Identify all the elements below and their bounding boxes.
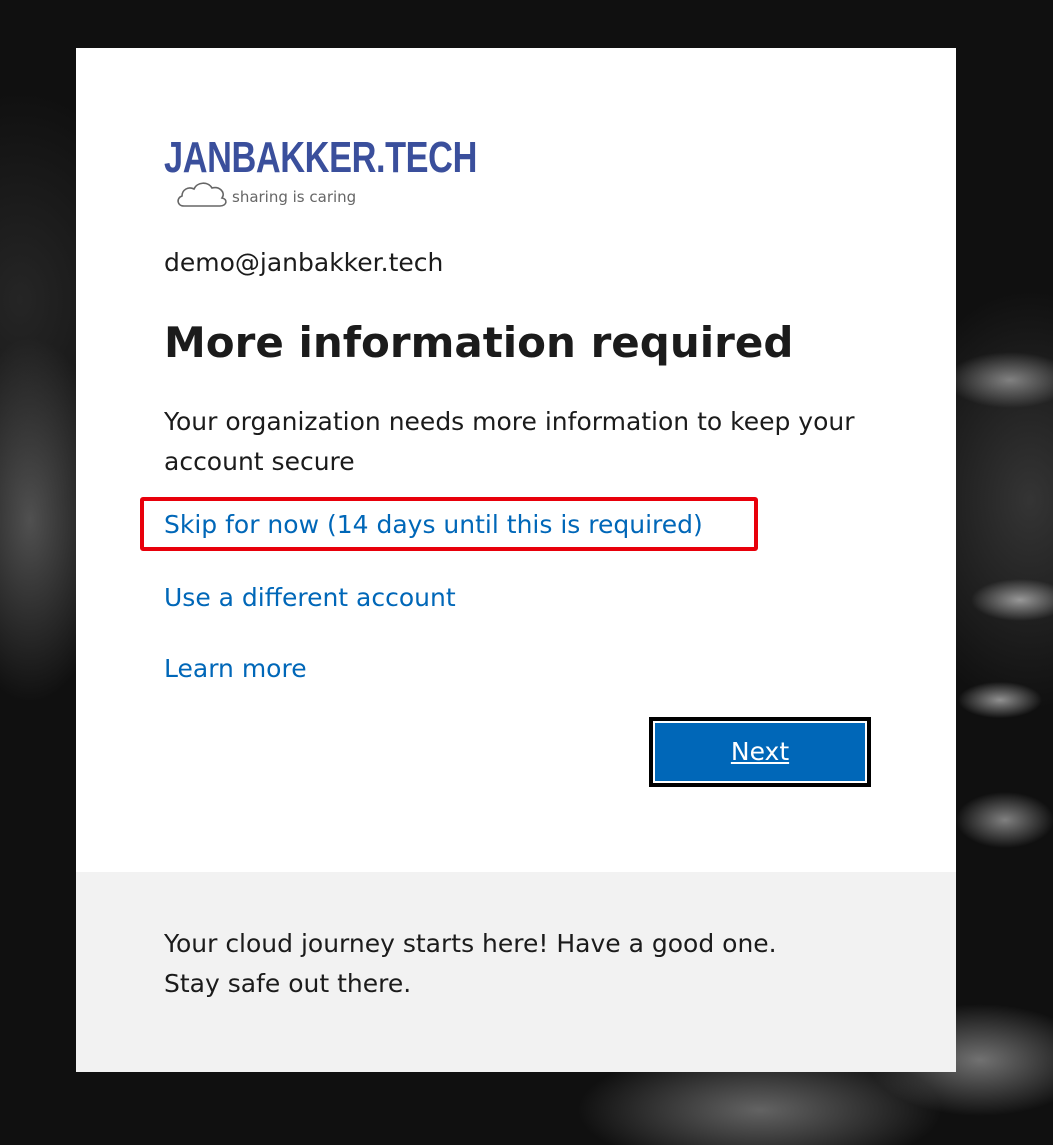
use-different-account-link[interactable]: Use a different account: [164, 581, 456, 615]
logo-brand-text: JANBAKKER.TECH: [164, 133, 477, 182]
card-footer: Your cloud journey starts here! Have a g…: [76, 872, 956, 1072]
footer-text: Your cloud journey starts here! Have a g…: [164, 924, 864, 1004]
next-button[interactable]: Next: [649, 717, 871, 787]
account-email: demo@janbakker.tech: [164, 248, 444, 277]
footer-line-1: Your cloud journey starts here! Have a g…: [164, 929, 777, 958]
sign-in-card: JANBAKKER.TECH sharing is caring demo@ja…: [76, 48, 956, 1072]
logo-tagline: sharing is caring: [232, 188, 357, 206]
page-title: More information required: [164, 318, 794, 367]
skip-for-now-link[interactable]: Skip for now (14 days until this is requ…: [164, 508, 703, 542]
card-main: JANBAKKER.TECH sharing is caring demo@ja…: [76, 48, 956, 872]
cloud-icon: [177, 182, 227, 207]
footer-line-2: Stay safe out there.: [164, 969, 412, 998]
learn-more-link[interactable]: Learn more: [164, 652, 307, 686]
company-logo: JANBAKKER.TECH sharing is caring: [164, 128, 477, 218]
description-text: Your organization needs more information…: [164, 407, 855, 476]
